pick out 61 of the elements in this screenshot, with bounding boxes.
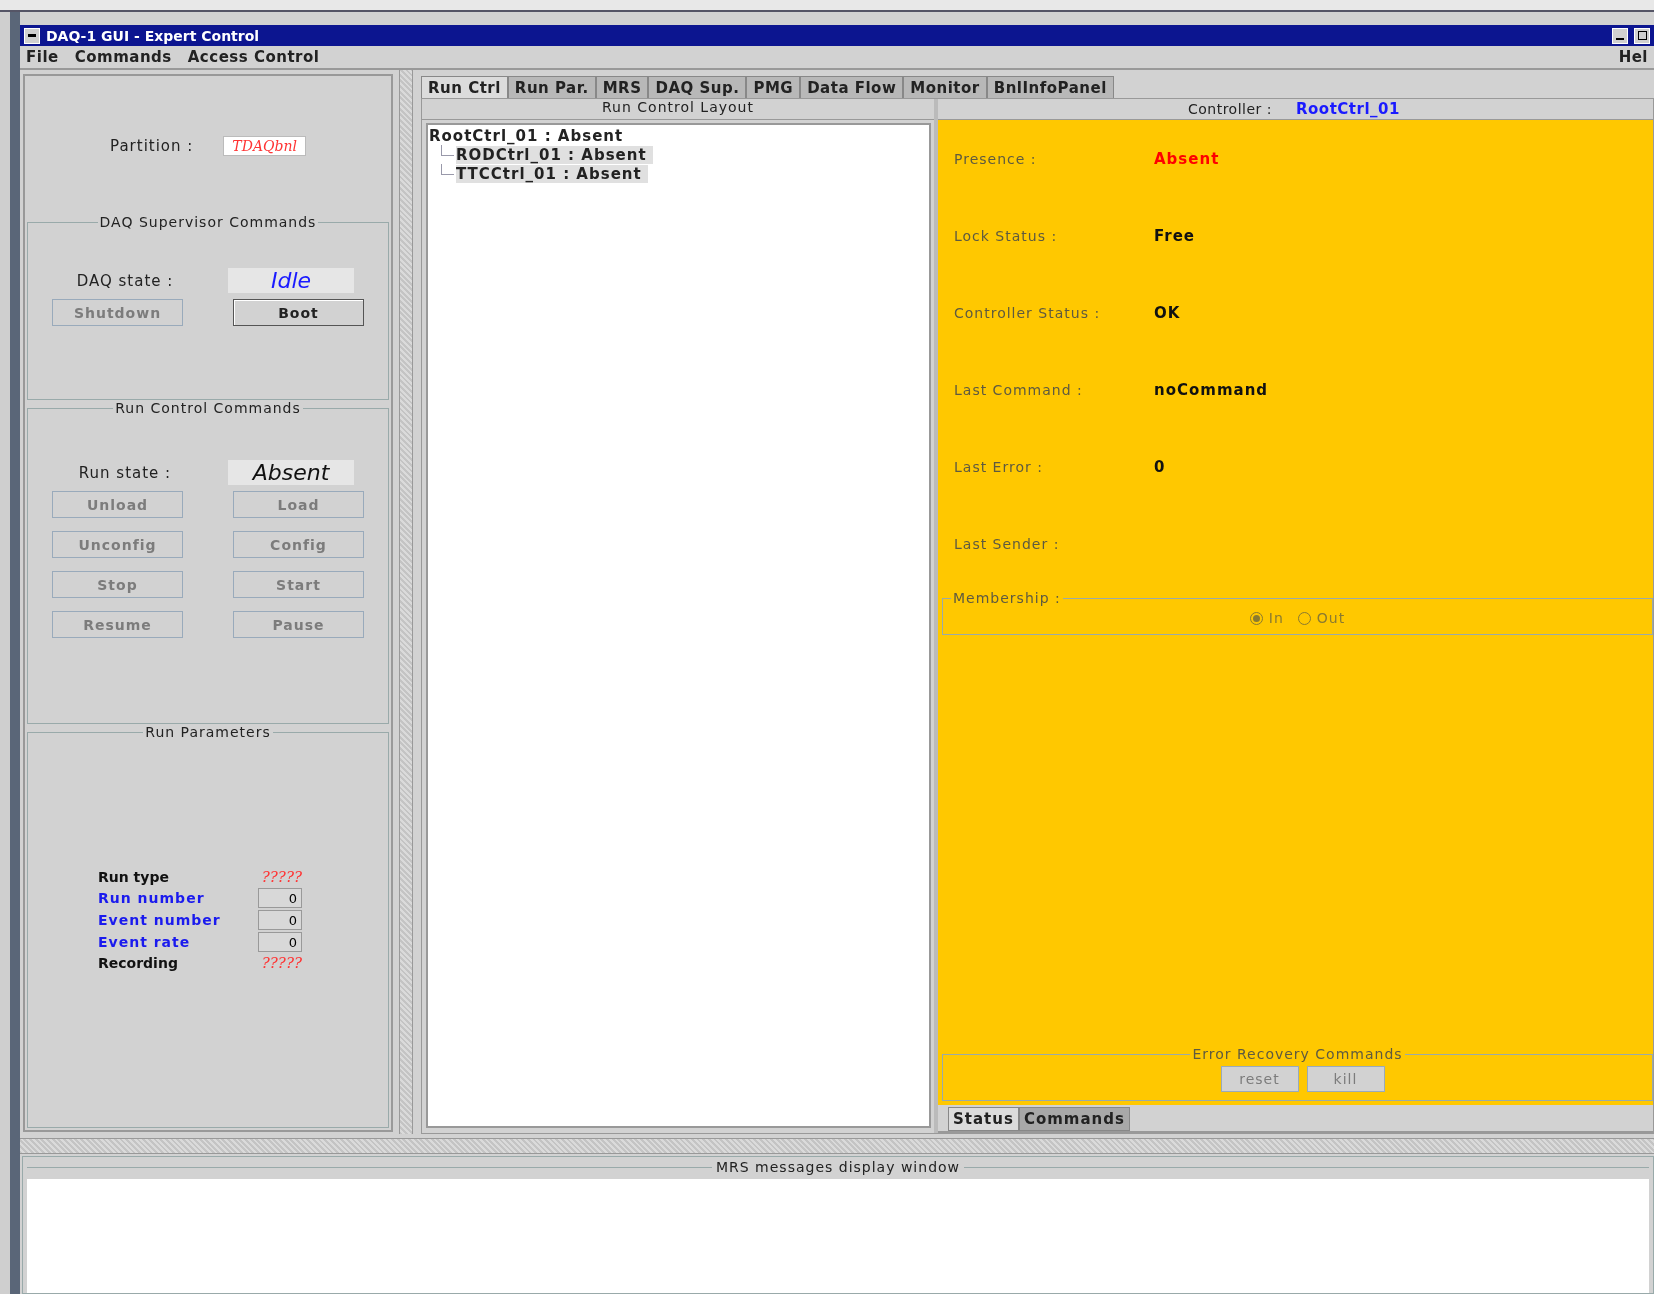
maximize-icon[interactable] [1634, 27, 1650, 44]
status-label: Presence : [954, 150, 1038, 167]
command-button[interactable]: Boot [233, 299, 364, 326]
minimize-icon[interactable] [1612, 27, 1628, 44]
parameter-label: Recording [98, 955, 179, 971]
status-value: OK [1154, 303, 1182, 322]
status-label: Last Sender : [954, 535, 1061, 552]
tab[interactable]: Status [948, 1107, 1019, 1131]
tab[interactable]: Commands [1018, 1107, 1130, 1131]
parameter-field[interactable]: 0 [258, 932, 302, 952]
group-title: Error Recovery Commands [1191, 1046, 1404, 1062]
status-label: Controller Status : [954, 304, 1102, 321]
menu-item[interactable]: File [26, 48, 59, 66]
menu-item[interactable]: Hel [1618, 48, 1648, 66]
splitter[interactable] [20, 1138, 1654, 1154]
menu-item[interactable]: Access Control [187, 48, 320, 66]
status-value: Free [1154, 226, 1197, 245]
splitter[interactable] [399, 70, 413, 1134]
tab[interactable]: Run Par. [507, 76, 596, 98]
parameter-field[interactable]: 0 [258, 910, 302, 930]
parameter-label: Event rate [98, 934, 192, 950]
tree-node[interactable]: RODCtrl_01 : Absent [456, 145, 653, 164]
pane-title: Run Control Layout [422, 99, 934, 120]
parameter-field[interactable]: 0 [258, 888, 302, 908]
tab[interactable]: Data Flow [800, 76, 904, 98]
tab[interactable]: BnlInfoPanel [986, 76, 1114, 98]
status-value: noCommand [1154, 380, 1270, 399]
tab[interactable]: Monitor [903, 76, 987, 98]
tree-connector [441, 145, 454, 156]
partition-value: TDAQbnl [223, 136, 306, 156]
state-label: Run state : [78, 463, 172, 482]
window-menu-icon[interactable] [24, 27, 40, 44]
window-title: DAQ-1 GUI - Expert Control [46, 27, 260, 44]
tree-connector [441, 164, 454, 175]
parameter-value: ????? [260, 868, 302, 886]
status-label: Last Command : [954, 381, 1084, 398]
parameter-label: Run type [98, 869, 170, 885]
state-value: Absent [228, 460, 354, 485]
state-value: Idle [228, 268, 354, 293]
status-value: Absent [1154, 149, 1221, 168]
tree-node[interactable]: TTCCtrl_01 : Absent [456, 164, 648, 183]
pane-title: MRS messages display window [715, 1159, 961, 1175]
parameter-value: ????? [260, 954, 302, 972]
tab[interactable]: MRS [595, 76, 649, 98]
status-label: Lock Status : [954, 227, 1059, 244]
group-title: DAQ Supervisor Commands [98, 214, 318, 230]
status-label: Last Error : [954, 458, 1044, 475]
parameter-label: Event number [98, 912, 222, 928]
state-label: DAQ state : [76, 271, 174, 290]
group-title: Run Control Commands [114, 400, 302, 416]
controller-name: RootCtrl_01 [1295, 100, 1401, 118]
menu-item[interactable]: Commands [74, 48, 172, 66]
group-title: Run Parameters [144, 724, 272, 740]
tab[interactable]: PMG [746, 76, 801, 98]
controller-label: Controller : [1186, 101, 1273, 117]
group-title: Membership : [952, 590, 1062, 606]
status-value: 0 [1154, 457, 1167, 476]
tab[interactable]: Run Ctrl [421, 76, 508, 98]
tab[interactable]: DAQ Sup. [648, 76, 747, 98]
partition-label: Partition : [110, 137, 194, 155]
parameter-label: Run number [98, 890, 206, 906]
